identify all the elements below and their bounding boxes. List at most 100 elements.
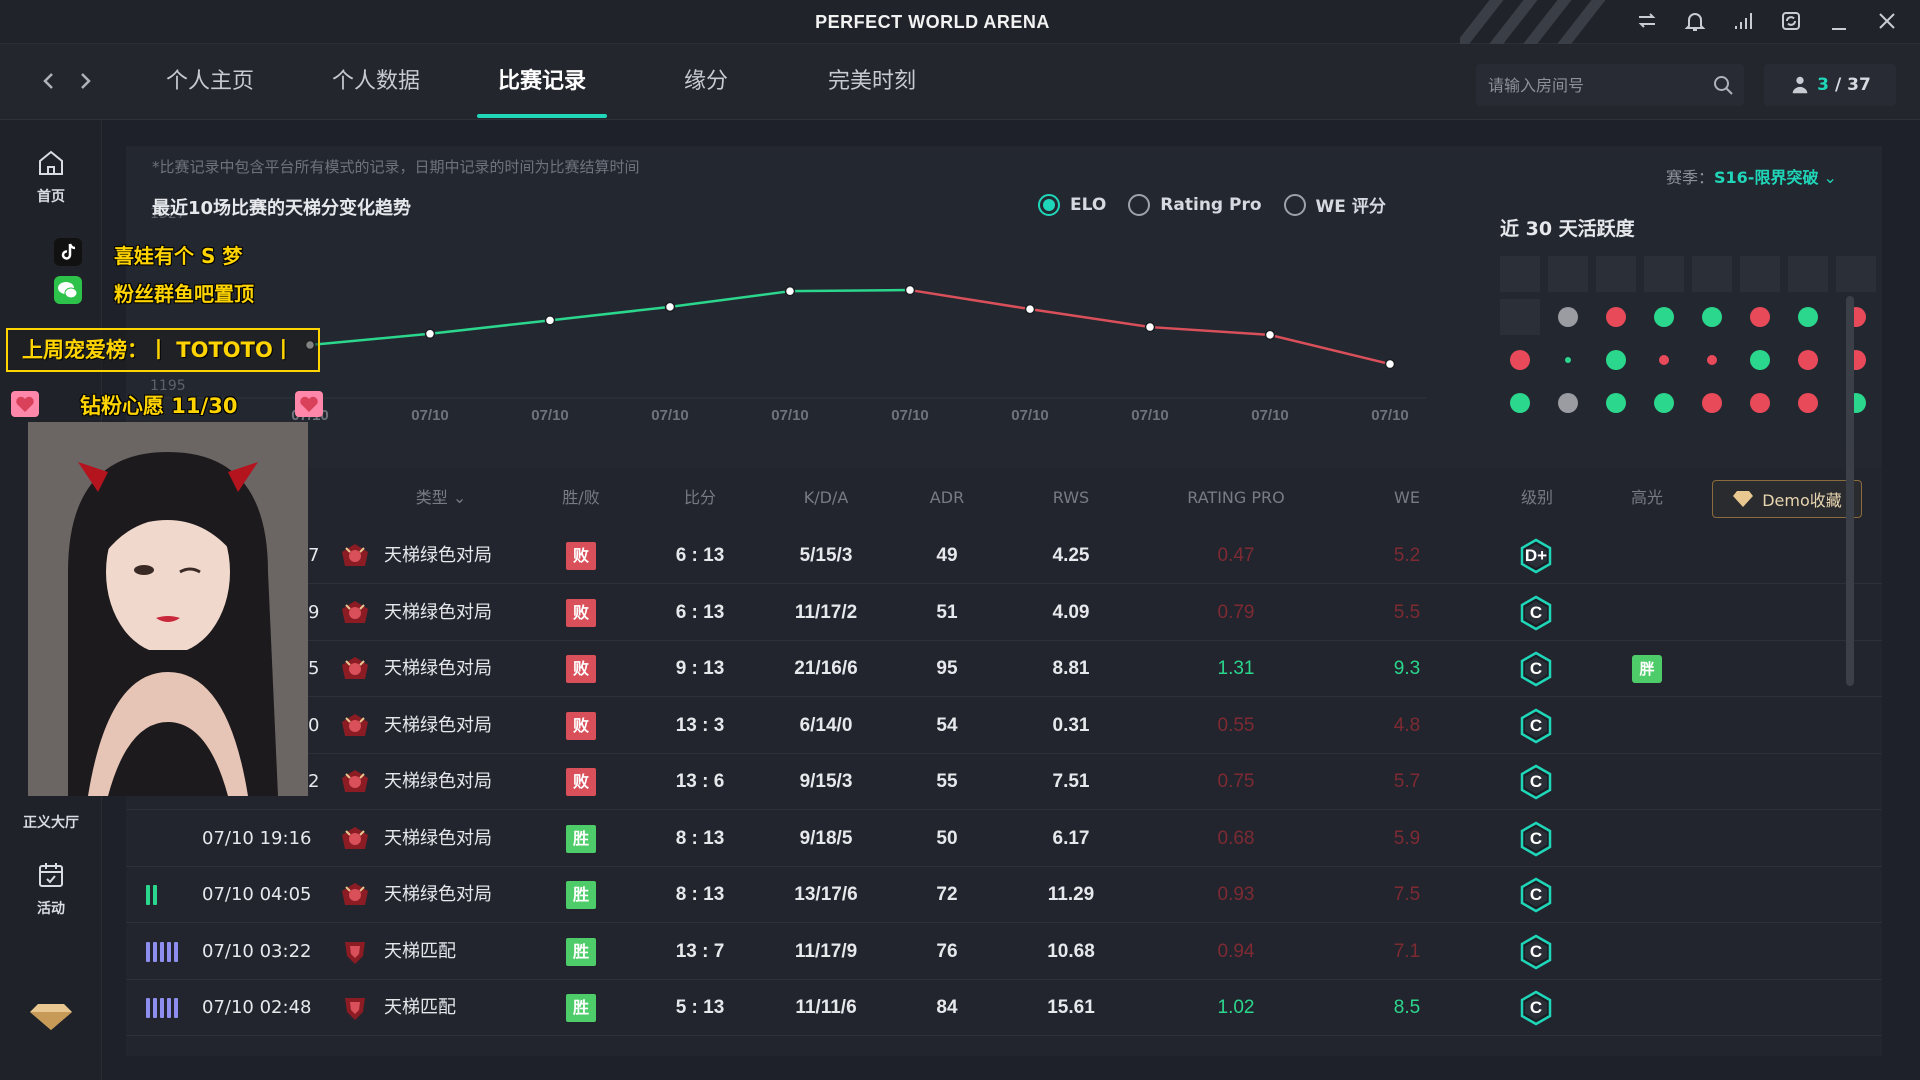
sidebar-item-hall[interactable]: 正义大厅 <box>0 810 102 832</box>
activity-cell[interactable] <box>1740 299 1780 335</box>
activity-cell[interactable] <box>1596 342 1636 378</box>
series-line-segment <box>429 319 551 336</box>
swap-icon[interactable] <box>1634 8 1660 34</box>
activity-cell[interactable] <box>1644 342 1684 378</box>
activity-cell[interactable] <box>1548 256 1588 292</box>
online-players[interactable]: 3 / 37 <box>1764 64 1896 106</box>
cell-rws: 4.25 <box>1052 545 1090 566</box>
activity-cell[interactable] <box>1500 299 1540 335</box>
radio-rating-pro[interactable]: Rating Pro <box>1128 193 1262 216</box>
data-point[interactable] <box>424 328 436 340</box>
radio-elo[interactable]: ELO <box>1038 193 1106 216</box>
data-point[interactable] <box>784 285 796 297</box>
cell-rating: 1.31 <box>1217 658 1255 679</box>
signal-icon[interactable] <box>1730 8 1756 34</box>
tab-bond[interactable]: 缘分 <box>666 44 746 120</box>
activity-cell[interactable] <box>1644 299 1684 335</box>
activity-cell[interactable] <box>1788 342 1828 378</box>
cell-score: 6 : 13 <box>675 601 725 623</box>
minimize-icon[interactable] <box>1826 8 1852 34</box>
table-row[interactable]: 07/10 19:16 8 : 13 9/18/5 50 6.17 0.68 5.9 天梯绿色… <box>126 811 1882 867</box>
back-arrow-icon[interactable] <box>34 66 64 96</box>
cell-date: 07/10 02:48 <box>202 997 312 1018</box>
activity-cell[interactable] <box>1596 299 1636 335</box>
table-row[interactable]: 0 13 : 3 6/14/0 54 0.31 0.55 4.8 天梯绿色对局败 C <box>126 698 1882 754</box>
table-row[interactable]: 96 : 13 11/17/2 51 4.09 0.79 5.5 天梯绿色对局败 C <box>126 585 1882 641</box>
data-point[interactable] <box>664 301 676 313</box>
table-row[interactable]: 2 13 : 6 9/15/3 55 7.51 0.75 5.7 天梯绿色对局败 C <box>126 754 1882 810</box>
activity-cell[interactable] <box>1740 256 1780 292</box>
search-icon[interactable] <box>1712 74 1734 96</box>
activity-cell[interactable] <box>1644 385 1684 421</box>
activity-cell[interactable] <box>1500 342 1540 378</box>
col-rws: RWS <box>1052 488 1090 507</box>
activity-cell[interactable] <box>1692 385 1732 421</box>
close-icon[interactable] <box>1874 8 1900 34</box>
data-point[interactable] <box>1264 329 1276 341</box>
activity-cell[interactable] <box>1788 385 1828 421</box>
tab-stats[interactable]: 个人数据 <box>316 44 436 120</box>
data-point[interactable] <box>1144 321 1156 333</box>
data-point[interactable] <box>1024 303 1036 315</box>
demo-favorites-button[interactable]: Demo收藏 <box>1712 480 1862 518</box>
sidebar-item-events[interactable]: 活动 <box>0 858 102 918</box>
activity-cell[interactable] <box>1548 385 1588 421</box>
table-row[interactable]: 07/10 02:48 5 : 13 11/11/6 84 15.61 1.02 8.5 天梯… <box>126 980 1882 1036</box>
heart-icon <box>295 391 323 417</box>
room-search-input[interactable] <box>1488 70 1698 100</box>
col-type[interactable]: 类型 ⌄ <box>376 468 506 528</box>
activity-cell[interactable] <box>1692 256 1732 292</box>
activity-cell[interactable] <box>1548 342 1588 378</box>
bell-icon[interactable] <box>1682 8 1708 34</box>
data-point[interactable] <box>544 315 556 326</box>
ladder-green-icon <box>342 600 368 623</box>
table-row[interactable]: 07/10 03:22 13 : 7 11/17/9 76 10.68 0.94 7.1 天梯… <box>126 924 1882 980</box>
active-tab-indicator <box>477 114 607 118</box>
activity-cell[interactable] <box>1836 342 1876 378</box>
tab-match-records[interactable]: 比赛记录 <box>482 44 602 120</box>
scrollbar[interactable] <box>1846 296 1854 686</box>
activity-cell[interactable] <box>1500 256 1540 292</box>
radio-we-score[interactable]: WE 评分 <box>1283 192 1386 217</box>
chart-metric-options: ELO Rating Pro WE 评分 <box>1038 192 1386 217</box>
activity-cell[interactable] <box>1692 299 1732 335</box>
data-point[interactable] <box>1384 358 1396 370</box>
activity-cell[interactable] <box>1692 342 1732 378</box>
activity-cell[interactable] <box>1596 256 1636 292</box>
ladder-green-icon <box>342 713 368 736</box>
cell-adr: 51 <box>936 601 958 623</box>
activity-cell[interactable] <box>1740 342 1780 378</box>
cell-we: 8.5 <box>1393 997 1421 1018</box>
tab-perfect-moments[interactable]: 完美时刻 <box>812 44 932 120</box>
calendar-icon <box>39 863 63 887</box>
activity-cell[interactable] <box>1500 385 1540 421</box>
activity-cell[interactable] <box>1788 299 1828 335</box>
cell-mode: 天梯绿色对局 <box>384 884 492 905</box>
tab-home[interactable]: 个人主页 <box>150 44 270 120</box>
rank-badge: C <box>1518 651 1554 687</box>
cell-rws: 10.68 <box>1047 940 1095 962</box>
diamond-icon[interactable] <box>0 996 102 1040</box>
activity-cell[interactable] <box>1740 385 1780 421</box>
highlight-tag[interactable]: 胖 <box>1632 655 1662 683</box>
rank-badge: C <box>1518 764 1554 800</box>
table-row[interactable]: 76 : 13 5/15/3 49 4.25 0.47 5.2 天梯绿色对局败 D+ <box>126 528 1882 584</box>
sidebar-item-home[interactable]: 首页 <box>0 146 102 206</box>
activity-cell[interactable] <box>1836 385 1876 421</box>
activity-cell[interactable] <box>1548 299 1588 335</box>
season-selector[interactable]: 赛季：S16-限界突破 ⌄ <box>1666 164 1837 188</box>
rank-badge: C <box>1518 821 1554 857</box>
table-row[interactable]: 59 : 13 21/16/6 95 8.81 1.31 9.3 天梯绿色对局败 C 胖 <box>126 641 1882 697</box>
activity-cell[interactable] <box>1836 299 1876 335</box>
activity-cell[interactable] <box>1788 256 1828 292</box>
cell-score: 8 : 13 <box>675 884 725 905</box>
update-icon[interactable] <box>1778 8 1804 34</box>
activity-cell[interactable] <box>1644 256 1684 292</box>
activity-cell[interactable] <box>1836 256 1876 292</box>
forward-arrow-icon[interactable] <box>70 66 100 96</box>
result-badge: 败 <box>566 598 596 627</box>
cell-score: 13 : 3 <box>675 714 725 736</box>
table-row[interactable]: 07/10 04:05 8 : 13 13/17/6 72 11.29 0.93 7.5 天梯… <box>126 867 1882 923</box>
activity-cell[interactable] <box>1596 385 1636 421</box>
data-point[interactable] <box>904 284 916 296</box>
